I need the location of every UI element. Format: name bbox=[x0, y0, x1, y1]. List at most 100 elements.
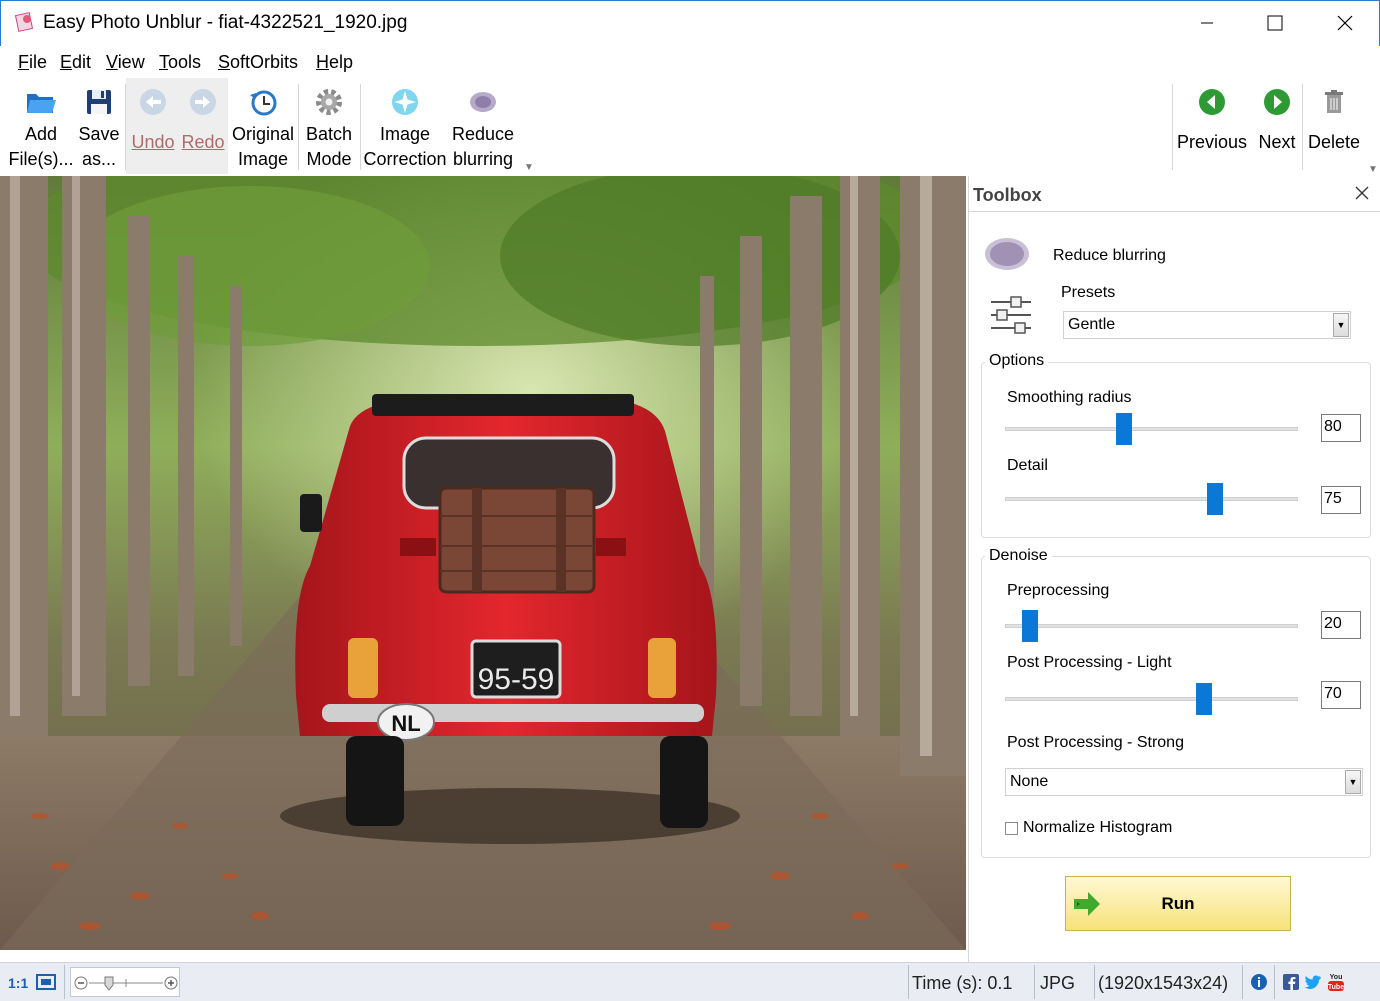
toolbar-overflow-icon[interactable]: ▼ bbox=[1368, 164, 1378, 175]
denoise-group bbox=[981, 556, 1371, 858]
minimize-button[interactable] bbox=[1173, 1, 1241, 45]
zoom-slider-graphic bbox=[74, 976, 178, 991]
detail-thumb[interactable] bbox=[1207, 483, 1224, 515]
presets-selected-value: Gentle bbox=[1068, 316, 1116, 333]
svg-text:95-59: 95-59 bbox=[478, 663, 555, 696]
run-button[interactable]: Run bbox=[1065, 876, 1291, 931]
redo-arrow-icon bbox=[190, 89, 216, 115]
post-processing-strong-label: Post Processing - Strong bbox=[1007, 734, 1184, 751]
toolbar-separator bbox=[360, 84, 361, 170]
undo-button[interactable]: Undo bbox=[128, 78, 178, 174]
open-folder-icon bbox=[27, 94, 56, 113]
run-arrow-icon bbox=[1074, 892, 1100, 916]
arrow-left-icon bbox=[1199, 89, 1225, 115]
toolbox-header: Toolbox bbox=[969, 176, 1380, 212]
toolbox-panel: Toolbox Reduce blurring Presets Gentle ▼… bbox=[968, 176, 1380, 962]
denoise-group-title: Denoise bbox=[985, 547, 1052, 565]
original-image-button[interactable]: Original Image bbox=[230, 78, 296, 174]
minimize-icon bbox=[1201, 22, 1213, 24]
zoom-slider[interactable] bbox=[70, 967, 180, 997]
status-bar: 1:1 Time (s): 0.1 JPG (1920x1543x24) You… bbox=[0, 962, 1380, 1001]
floppy-disk-icon bbox=[87, 90, 111, 114]
close-icon bbox=[1337, 15, 1353, 31]
photo-red-car-forest: 95-59 NL bbox=[0, 176, 966, 950]
arrow-right-icon bbox=[1264, 89, 1290, 115]
smoothing-radius-slider[interactable] bbox=[1005, 427, 1298, 431]
reduce-blurring-button[interactable]: Reduce blurring bbox=[450, 78, 516, 174]
toolbar-separator bbox=[1172, 84, 1173, 170]
presets-label: Presets bbox=[1061, 284, 1116, 301]
menu-bar: File Edit View Tools SoftOrbits Help bbox=[0, 46, 1380, 78]
delete-button[interactable]: Delete bbox=[1304, 78, 1364, 174]
svg-text:Tube: Tube bbox=[1328, 984, 1344, 991]
normalize-histogram-checkbox[interactable] bbox=[1005, 822, 1018, 835]
status-separator bbox=[1094, 965, 1095, 999]
close-button[interactable] bbox=[1311, 1, 1379, 45]
sparkle-icon bbox=[392, 89, 418, 115]
smoothing-radius-thumb[interactable] bbox=[1115, 413, 1132, 445]
image-correction-button[interactable]: Image Correction bbox=[362, 78, 448, 174]
chevron-down-icon[interactable]: ▼ bbox=[1345, 770, 1361, 794]
post-processing-strong-value: None bbox=[1010, 773, 1049, 790]
image-dimensions: (1920x1543x24) bbox=[1098, 973, 1229, 993]
menu-view[interactable]: View bbox=[106, 52, 145, 73]
redo-button[interactable]: Redo bbox=[178, 78, 228, 174]
post-processing-light-input[interactable]: 70 bbox=[1321, 681, 1361, 709]
fit-to-window-icon[interactable] bbox=[34, 971, 58, 993]
batch-mode-button[interactable]: Batch Mode bbox=[300, 78, 358, 174]
toolbox-title: Toolbox bbox=[973, 185, 1042, 205]
post-processing-strong-dropdown[interactable]: None ▼ bbox=[1005, 768, 1363, 796]
image-canvas[interactable]: 95-59 NL bbox=[0, 176, 966, 950]
info-icon[interactable] bbox=[1250, 973, 1268, 991]
menu-help[interactable]: Help bbox=[316, 52, 353, 73]
menu-file[interactable]: File bbox=[18, 52, 47, 73]
toolbar: Add File(s)... Save as... Undo Redo Orig… bbox=[0, 78, 1380, 176]
svg-text:NL: NL bbox=[391, 711, 420, 736]
twitter-icon[interactable] bbox=[1305, 975, 1321, 989]
chevron-down-icon[interactable]: ▼ bbox=[1333, 313, 1349, 337]
status-separator bbox=[64, 965, 65, 999]
processing-time: Time (s): 0.1 bbox=[912, 973, 1013, 993]
next-button[interactable]: Next bbox=[1252, 78, 1302, 174]
tool-name: Reduce blurring bbox=[1053, 247, 1166, 264]
status-separator bbox=[908, 965, 909, 999]
menu-edit[interactable]: Edit bbox=[60, 52, 91, 73]
toolbar-separator bbox=[1302, 84, 1303, 170]
status-separator bbox=[1274, 965, 1275, 999]
image-format: JPG bbox=[1040, 973, 1076, 993]
previous-button[interactable]: Previous bbox=[1176, 78, 1248, 174]
detail-slider[interactable] bbox=[1005, 497, 1298, 501]
smoothing-radius-label: Smoothing radius bbox=[1007, 389, 1132, 406]
gear-icon bbox=[316, 89, 342, 115]
add-files-button[interactable]: Add File(s)... bbox=[8, 78, 74, 174]
presets-dropdown[interactable]: Gentle ▼ bbox=[1063, 311, 1351, 339]
toolbar-separator bbox=[125, 84, 126, 170]
detail-label: Detail bbox=[1007, 457, 1048, 474]
toolbar-separator bbox=[298, 84, 299, 170]
status-separator bbox=[1034, 965, 1035, 999]
svg-text:You: You bbox=[1330, 974, 1343, 981]
post-processing-light-slider[interactable] bbox=[1005, 697, 1298, 701]
facebook-icon[interactable] bbox=[1283, 974, 1299, 990]
clock-restore-icon bbox=[250, 90, 277, 116]
save-as-button[interactable]: Save as... bbox=[76, 78, 122, 174]
menu-softorbits[interactable]: SoftOrbits bbox=[218, 52, 298, 73]
blur-blob-icon bbox=[470, 92, 496, 112]
preprocessing-input[interactable]: 20 bbox=[1321, 611, 1361, 639]
status-separator bbox=[1242, 965, 1243, 999]
window-title: Easy Photo Unblur - fiat-4322521_1920.jp… bbox=[43, 12, 408, 33]
maximize-button[interactable] bbox=[1241, 1, 1309, 45]
youtube-icon[interactable]: You Tube bbox=[1327, 971, 1345, 993]
sliders-settings-icon bbox=[991, 296, 1031, 334]
toolbox-close-icon[interactable] bbox=[1353, 184, 1371, 202]
trash-icon bbox=[1325, 90, 1343, 113]
zoom-1-1-button[interactable]: 1:1 bbox=[8, 975, 28, 991]
detail-input[interactable]: 75 bbox=[1321, 486, 1361, 514]
options-group-title: Options bbox=[985, 352, 1049, 370]
menu-tools[interactable]: Tools bbox=[159, 52, 201, 73]
post-processing-light-thumb[interactable] bbox=[1196, 683, 1213, 715]
toolbar-overflow-icon[interactable]: ▼ bbox=[524, 162, 534, 173]
smoothing-radius-input[interactable]: 80 bbox=[1321, 414, 1361, 442]
preprocessing-thumb[interactable] bbox=[1021, 610, 1038, 642]
preprocessing-slider[interactable] bbox=[1005, 624, 1298, 628]
